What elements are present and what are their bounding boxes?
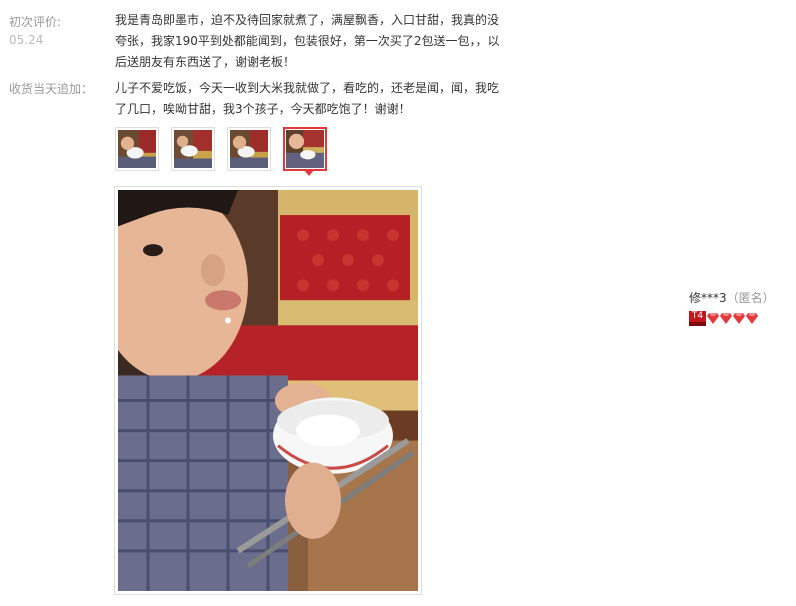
review-text-line: 了几口，唉呦甘甜，我3个孩子，今天都吃饱了！谢谢！: [115, 102, 411, 116]
review-text-line: 夸张，我家190平到处都能闻到，包装很好，第一次买了2包送一包，，以: [115, 34, 500, 48]
photo-thumbnail-4-selected[interactable]: [283, 127, 327, 176]
review-photo-image: [118, 190, 418, 591]
append-review-text: 儿子不爱吃饭，今天一收到大米我就做了，看吃的，还老是闻，闻，我吃 了几口，唉呦甘…: [115, 78, 510, 120]
initial-review-text: 我是青岛即墨市，迫不及待回家就煮了，满屋飘香，入口甘甜，我真的没 夸张，我家19…: [115, 10, 510, 73]
anonymous-tag: （匿名）: [726, 291, 775, 305]
level-badge-text: T4: [691, 310, 704, 321]
review-text-line: 儿子不爱吃饭，今天一收到大米我就做了，看吃的，还老是闻，闻，我吃: [115, 81, 500, 95]
diamond-icon: [707, 312, 719, 324]
thumbnail-image: [230, 130, 268, 168]
review-text-line: 我是青岛即墨市，迫不及待回家就煮了，满屋飘香，入口甘甜，我真的没: [115, 13, 500, 27]
review-date: 05.24: [9, 33, 44, 47]
initial-review-label: 初次评价:: [9, 15, 62, 29]
reviewer-nickname: 修***3: [689, 291, 727, 305]
diamond-icon: [720, 312, 732, 324]
append-review-label: 收货当天追加：: [9, 82, 94, 96]
thumbnail-image: [118, 130, 156, 168]
thumbnail-image: [286, 130, 324, 168]
selected-caret-icon: [304, 170, 314, 176]
photo-thumbnail-1[interactable]: [115, 127, 159, 171]
review-text-line: 后送朋友有东西送了，谢谢老板！: [115, 55, 296, 69]
photo-thumbnail-2[interactable]: [171, 127, 215, 171]
level-badge-icon: T4: [689, 310, 706, 326]
review-photo-large[interactable]: [114, 186, 422, 595]
reviewer-level: T4: [689, 310, 758, 326]
photo-thumbnail-3[interactable]: [227, 127, 271, 171]
diamond-icon: [733, 312, 745, 324]
thumbnail-image: [174, 130, 212, 168]
reviewer-name: 修***3（匿名）: [689, 290, 775, 306]
diamond-icon: [746, 312, 758, 324]
